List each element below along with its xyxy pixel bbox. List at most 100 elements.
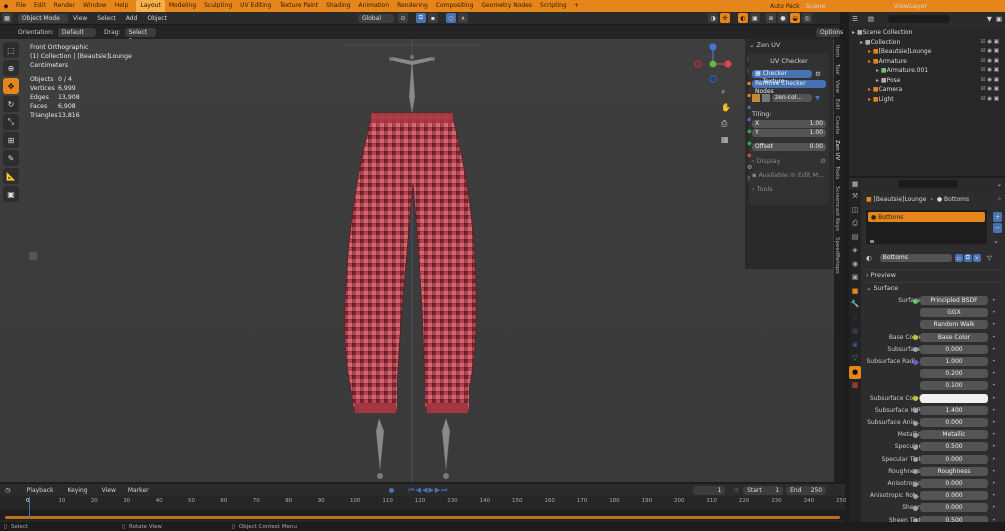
timeline-editor-icon[interactable]: ◷ xyxy=(5,486,11,494)
zen-icon[interactable]: ◆ xyxy=(747,150,755,162)
socket-icon[interactable] xyxy=(913,481,918,487)
cursor-tool-icon[interactable]: ⊕ xyxy=(3,60,19,76)
texture-name-field[interactable]: zen-col... xyxy=(772,94,812,102)
display-subpanel[interactable]: › Display ⚙ xyxy=(752,157,826,165)
tab-animation[interactable]: Animation xyxy=(355,0,394,12)
xray-icon[interactable]: ▣ xyxy=(749,13,760,23)
unlink-icon[interactable]: × xyxy=(972,254,981,262)
add-slot-icon[interactable]: + xyxy=(993,212,1002,222)
material-browse-icon[interactable]: ◐ xyxy=(866,254,874,262)
zen-icon[interactable]: ◆ xyxy=(747,126,755,138)
material-name-field[interactable]: Bottoms xyxy=(879,254,952,262)
property-value-field[interactable]: 0.100 xyxy=(920,381,988,391)
tab-tool[interactable]: Tool xyxy=(834,64,840,75)
keyframe-dot-icon[interactable]: • xyxy=(992,455,996,465)
zen-uv-panel-title[interactable]: ⌄ Zen UV xyxy=(745,39,833,51)
constraints-tab-icon[interactable]: ⊗ xyxy=(849,339,861,353)
pin-icon[interactable]: ✧ xyxy=(997,196,1002,203)
property-value-field[interactable]: Principled BSDF xyxy=(920,296,988,305)
render-tab-icon[interactable]: ◫ xyxy=(849,204,861,218)
add-cube-tool-icon[interactable]: ▣ xyxy=(3,186,19,202)
visibility-icon[interactable]: ◑ xyxy=(707,13,718,23)
menu-object[interactable]: Object xyxy=(142,15,172,22)
tab-sculpting[interactable]: Sculpting xyxy=(200,0,236,12)
keyframe-dot-icon[interactable]: • xyxy=(992,308,996,318)
visibility-toggles-icon[interactable]: ☑ ◉ ▣ xyxy=(981,57,999,67)
menu-playback[interactable]: Playback xyxy=(27,487,54,494)
new-collection-icon[interactable]: ▣ xyxy=(996,15,1002,23)
menu-file[interactable]: File xyxy=(12,0,30,12)
add-workspace-icon[interactable]: + xyxy=(571,0,582,12)
zen-icon[interactable]: ▪ xyxy=(747,114,755,126)
outliner-item[interactable]: ▸ ■ Armature.001 ☑ ◉ ▣ xyxy=(852,66,1005,76)
overlay-toggle-icon[interactable]: ◐ xyxy=(737,13,748,23)
shading-material-icon[interactable]: ◒ xyxy=(789,13,800,23)
view-layer-field[interactable]: ViewLayer xyxy=(894,2,964,10)
outliner-item[interactable]: ▸ ■ [Beautsie]Lounge ☑ ◉ ▣ xyxy=(852,47,1005,57)
autopack-label[interactable]: Auto Pack xyxy=(770,3,800,10)
socket-icon[interactable] xyxy=(913,493,918,499)
keyframe-dot-icon[interactable]: • xyxy=(992,442,996,452)
visibility-toggles-icon[interactable]: ☑ ◉ ▣ xyxy=(981,95,999,105)
shading-rendered-icon[interactable]: ◎ xyxy=(801,13,812,23)
outliner-item[interactable]: ▸ ■ Light ☑ ◉ ▣ xyxy=(852,95,1005,105)
timeline-ruler[interactable]: 0 10 20 30 40 50 60 70 80 90 100 110 120 130 140 150 160… xyxy=(0,497,847,509)
property-value-field[interactable] xyxy=(920,393,988,403)
property-value-field[interactable]: 0.500 xyxy=(920,442,988,452)
filter-icon[interactable]: ▼ xyxy=(815,94,820,102)
keyframe-dot-icon[interactable]: • xyxy=(992,369,996,379)
record-icon[interactable]: ● xyxy=(389,486,395,494)
menu-render[interactable]: Render xyxy=(50,0,79,12)
menu-select[interactable]: Select xyxy=(92,15,121,22)
tab-view[interactable]: View xyxy=(834,80,840,93)
zoom-icon[interactable]: ⌕ xyxy=(721,84,731,100)
texture-tab-icon[interactable]: ▦ xyxy=(849,379,861,393)
blender-logo-icon[interactable]: ◆ xyxy=(0,2,12,10)
shading-wireframe-icon[interactable]: ⊕ xyxy=(765,13,776,23)
options-icon[interactable]: ⌄ xyxy=(997,180,1002,188)
scene-field[interactable]: Scene xyxy=(806,2,886,10)
property-value-field[interactable]: Random Walk xyxy=(920,320,988,330)
falloff-icon[interactable]: ∧ xyxy=(457,13,468,23)
keyframe-dot-icon[interactable]: • xyxy=(992,418,996,428)
ortho-grid-icon[interactable]: ▦ xyxy=(721,132,731,148)
visibility-toggles-icon[interactable]: ☑ ◉ ▣ xyxy=(981,76,999,86)
current-frame-field[interactable]: 1 xyxy=(693,485,726,495)
fake-user-icon[interactable]: ▫ xyxy=(954,254,963,262)
socket-icon[interactable] xyxy=(913,444,918,450)
socket-icon[interactable] xyxy=(913,420,918,426)
keyframe-dot-icon[interactable]: • xyxy=(992,381,996,391)
tab-modeling[interactable]: Modeling xyxy=(165,0,200,12)
output-tab-icon[interactable]: ⎙ xyxy=(849,217,861,231)
offset-field[interactable]: Offset 0.00 xyxy=(752,143,826,151)
start-frame-field[interactable]: Start 1 xyxy=(743,485,784,495)
zen-icon[interactable]: ▪ xyxy=(747,90,755,102)
keyframe-dot-icon[interactable]: • xyxy=(992,357,996,367)
surface-panel-header[interactable]: ⌄ Surface xyxy=(866,282,1002,292)
outliner-item[interactable]: ▸ ■ Collection ☑ ◉ ▣ xyxy=(852,38,1005,48)
menu-help[interactable]: Help xyxy=(111,0,133,12)
playhead[interactable] xyxy=(29,497,30,519)
tab-zen-uv[interactable]: Zen UV xyxy=(834,140,840,160)
keyframe-dot-icon[interactable]: • xyxy=(992,406,996,416)
visibility-toggles-icon[interactable]: ☑ ◉ ▣ xyxy=(981,85,999,95)
transform-tool-icon[interactable]: ⊞ xyxy=(3,132,19,148)
view-layer-tab-icon[interactable]: ▤ xyxy=(849,231,861,245)
timeline-track[interactable] xyxy=(0,510,845,520)
menu-window[interactable]: Window xyxy=(79,0,111,12)
select-tool-icon[interactable]: ⬚ xyxy=(3,42,19,58)
zen-icon[interactable]: ▪ xyxy=(747,102,755,114)
display-mode-icon[interactable]: ▤ xyxy=(868,15,874,23)
tools-subpanel[interactable]: › Tools xyxy=(752,185,826,193)
tab-tools[interactable]: Tools xyxy=(834,166,840,180)
world-tab-icon[interactable]: ◉ xyxy=(849,258,861,272)
visibility-toggles-icon[interactable]: ☑ ◉ ▣ xyxy=(981,66,999,76)
menu-view[interactable]: View xyxy=(68,15,92,22)
property-value-field[interactable]: 0.000 xyxy=(920,479,988,488)
property-value-field[interactable]: 0.000 xyxy=(920,418,988,427)
property-value-field[interactable]: 0.000 xyxy=(920,491,988,501)
display-gear-icon[interactable]: ⚙ xyxy=(820,157,826,165)
tab-speedretopo[interactable]: SpeedRetopo xyxy=(834,237,840,274)
orientation-dropdown[interactable]: Default xyxy=(57,27,96,37)
transform-orientation-dropdown[interactable]: Global xyxy=(357,13,394,23)
